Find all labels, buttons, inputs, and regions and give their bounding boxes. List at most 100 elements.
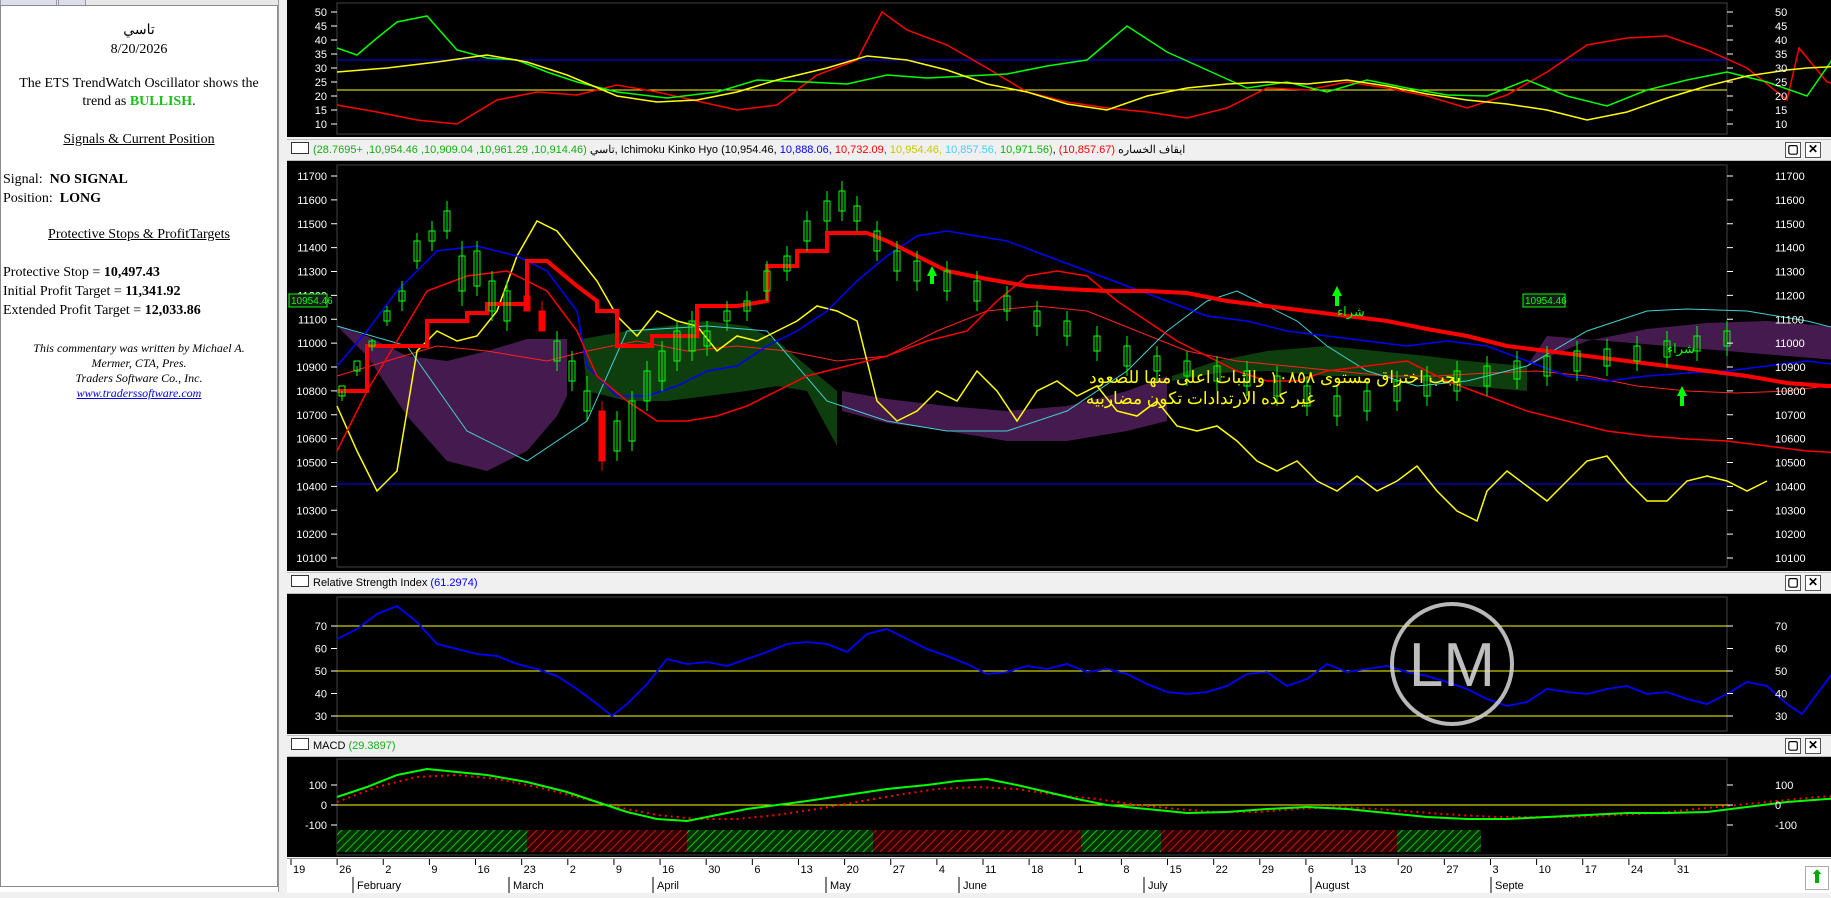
signal-value: NO SIGNAL xyxy=(49,172,128,187)
time-day-label: 31 xyxy=(1677,864,1689,876)
macd-value: (29.3897) xyxy=(348,740,396,752)
time-day-label: 6 xyxy=(754,864,760,876)
commentary-line-1: This commentary was written by Michael A… xyxy=(33,341,245,355)
time-month-label: February xyxy=(357,880,402,892)
buy-label-1: شراء xyxy=(1337,304,1365,320)
candle-body xyxy=(523,295,531,312)
macd-panel: 100 100 0 0 -100 -100 xyxy=(287,757,1831,857)
time-day-label: 13 xyxy=(1354,864,1366,876)
time-day-label: 6 xyxy=(1308,864,1314,876)
time-day-label: 29 xyxy=(1262,864,1274,876)
rsi-panel-titlebar[interactable]: Relative Strength Index (61.2974) ▢ ✕ xyxy=(287,572,1831,594)
protective-stop-value: 10,497.43 xyxy=(103,265,160,280)
price-tick-left: 10700 xyxy=(296,410,327,422)
ichimoku-value-1: (10,954.46, xyxy=(721,144,777,156)
macd-tick-right: 100 xyxy=(1775,780,1793,792)
time-day-label: 8 xyxy=(1123,864,1129,876)
maximize-icon[interactable]: ▢ xyxy=(1785,142,1801,158)
website-link[interactable]: www.traderssoftware.com xyxy=(77,386,202,400)
price-tick-left: 10900 xyxy=(296,362,327,374)
rsi-tick-left: 40 xyxy=(315,689,327,701)
rsi-title: Relative Strength Index xyxy=(313,577,428,589)
time-month-label: May xyxy=(830,880,851,892)
time-day-label: 16 xyxy=(662,864,674,876)
position-value: LONG xyxy=(59,191,102,206)
candle-body xyxy=(538,310,546,332)
osc-tick-left: 50 xyxy=(315,7,327,19)
signal-row: Signal: NO SIGNAL xyxy=(3,172,128,188)
splitter[interactable] xyxy=(279,0,287,892)
price-tick-right: 10400 xyxy=(1775,481,1806,493)
rsi-tick-right: 70 xyxy=(1775,621,1787,633)
time-day-label: 11 xyxy=(985,864,996,876)
price-tick-left: 11500 xyxy=(297,219,327,231)
rsi-tick-right: 30 xyxy=(1775,711,1787,723)
trend-line-2: trend as BULLISH. xyxy=(1,94,277,110)
rsi-tick-left: 30 xyxy=(315,711,327,723)
macd-panel-titlebar[interactable]: MACD (29.3897) ▢ ✕ xyxy=(287,735,1831,757)
position-row: Position: LONG xyxy=(3,191,101,207)
time-axis: 19 26 2 9 16 23 2 9 16 30 6 13 20 27 4 11 18 1 8 15 22 29 6 13 2… xyxy=(287,858,1831,893)
time-day-label: 2 xyxy=(570,864,576,876)
price-panel-titlebar[interactable]: تاسي (10,914.46, 10,961.29, 10,909.04, 1… xyxy=(287,139,1831,161)
price-tick-right: 10800 xyxy=(1775,386,1806,398)
macd-tick-left: 0 xyxy=(321,800,327,812)
analyst-note-line-1: يجب اختراق مستوى ١٠٨٥٨ والثبات اعلى منها… xyxy=(1089,368,1461,388)
ichimoku-value-6: 10,971.56) xyxy=(1000,144,1053,156)
ichimoku-value-5: 10,857.56, xyxy=(944,144,997,156)
price-tick-left: 11300 xyxy=(297,267,327,279)
last-price-badge-left: 10954.46 xyxy=(291,296,333,307)
logo-lettering: LM xyxy=(1409,631,1495,700)
position-label: Position: xyxy=(3,191,53,206)
price-tick-left: 11600 xyxy=(297,195,327,207)
time-month-label: June xyxy=(963,880,987,892)
osc-tick-left: 25 xyxy=(315,77,327,89)
price-tick-left: 10200 xyxy=(296,529,327,541)
price-tick-right: 11200 xyxy=(1775,290,1805,302)
rsi-tick-left: 70 xyxy=(315,621,327,633)
rsi-tick-left: 50 xyxy=(315,666,327,678)
stoploss-label: ايقاف الخساره xyxy=(1118,144,1186,156)
maximize-icon[interactable]: ▢ xyxy=(1785,575,1801,591)
time-day-label: 18 xyxy=(1031,864,1043,876)
rsi-value: (61.2974) xyxy=(430,577,478,589)
rsi-tick-right: 50 xyxy=(1775,666,1787,678)
price-tick-left: 11700 xyxy=(297,171,327,183)
price-ohlc: (10,914.46, 10,961.29, 10,909.04, 10,954… xyxy=(313,144,587,156)
ichimoku-value-2: 10,888.06, xyxy=(779,144,832,156)
close-icon[interactable]: ✕ xyxy=(1805,738,1821,754)
analyst-note-line-2: غير كده الارتدادات تكون مضاربيه xyxy=(1086,389,1315,409)
rsi-tick-right: 60 xyxy=(1775,644,1787,656)
time-month-label: Septe xyxy=(1495,880,1524,892)
panel-icon xyxy=(291,738,309,750)
time-day-label: 20 xyxy=(847,864,859,876)
time-day-label: 26 xyxy=(339,864,351,876)
close-icon[interactable]: ✕ xyxy=(1805,142,1821,158)
osc-tick-left: 30 xyxy=(315,63,327,75)
time-day-label: 17 xyxy=(1585,864,1597,876)
macd-tick-left: 100 xyxy=(309,780,327,792)
price-tick-right: 10700 xyxy=(1775,410,1806,422)
signal-label: Signal: xyxy=(3,172,43,187)
protective-stop-row: Protective Stop = 10,497.43 xyxy=(3,265,160,281)
rsi-tick-right: 40 xyxy=(1775,689,1787,701)
price-tick-right: 10600 xyxy=(1775,434,1806,446)
time-day-label: 1 xyxy=(1077,864,1083,876)
oscillator-panel: 50 50 45 45 40 40 35 35 30 30 25 25 20 20 15 15 10 10 xyxy=(287,0,1831,137)
extended-target-value: 12,033.86 xyxy=(144,303,201,318)
price-tick-right: 11700 xyxy=(1775,171,1805,183)
price-tick-right: 11400 xyxy=(1775,243,1805,255)
scroll-up-icon[interactable]: ⬆ xyxy=(1805,866,1829,890)
website-row: www.traderssoftware.com xyxy=(1,386,277,401)
commentary-line-2: Mermer, CTA, Pres. xyxy=(91,356,187,370)
price-tick-right: 11600 xyxy=(1775,195,1805,207)
oscillator-axis-right xyxy=(1782,0,1822,137)
close-icon[interactable]: ✕ xyxy=(1805,575,1821,591)
stoploss-value: (10,857.67) xyxy=(1058,144,1116,156)
protective-stop-label: Protective Stop = xyxy=(3,265,101,280)
symbol-title: تاسي xyxy=(123,23,155,38)
report-date: 8/20/2026 xyxy=(110,42,168,57)
time-day-label: 27 xyxy=(1446,864,1458,876)
maximize-icon[interactable]: ▢ xyxy=(1785,738,1801,754)
commentary-line-3: Traders Software Co., Inc. xyxy=(75,371,203,385)
